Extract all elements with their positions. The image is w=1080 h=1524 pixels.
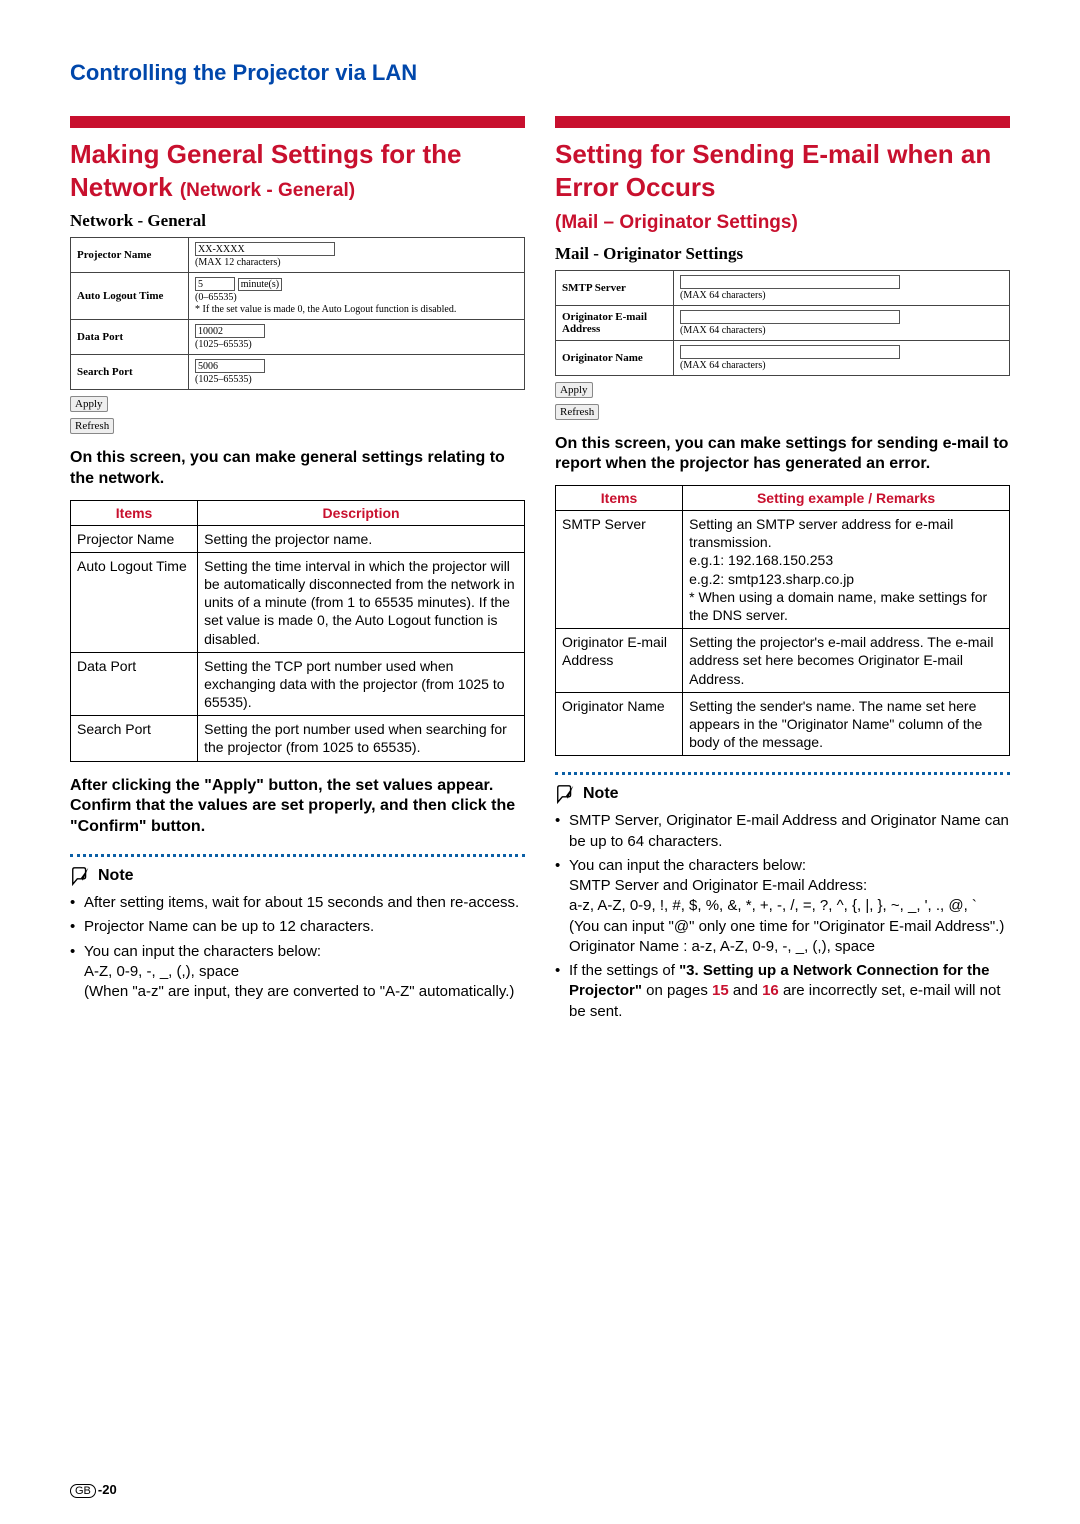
hint-data-port: (1025–65535): [195, 339, 252, 350]
cell-item: Originator Name: [556, 692, 683, 756]
cell-desc: Setting the sender's name. The name set …: [683, 692, 1010, 756]
page-title: Controlling the Projector via LAN: [70, 60, 1010, 86]
table-row: Originator Name Setting the sender's nam…: [556, 692, 1010, 756]
table-row: Auto Logout Time Setting the time interv…: [71, 552, 525, 652]
left-desc-table: Items Description Projector Name Setting…: [70, 500, 525, 762]
list-item: Projector Name can be up to 12 character…: [70, 917, 525, 937]
gb-badge: GB: [70, 1484, 96, 1498]
ss-title: Mail - Originator Settings: [555, 244, 1010, 264]
list-item: After setting items, wait for about 15 s…: [70, 893, 525, 913]
input-projector-name[interactable]: XX-XXXX: [195, 242, 335, 256]
label-data-port: Data Port: [71, 320, 189, 355]
left-heading: Making General Settings for the Network …: [70, 138, 525, 203]
cell-desc: Setting the TCP port number used when ex…: [198, 652, 525, 716]
note3-and: and: [729, 982, 762, 999]
th-items: Items: [71, 500, 198, 525]
label-originator-email: Originator E-mail Address: [556, 305, 674, 340]
section-divider: [555, 116, 1010, 128]
right-heading-sub: (Mail – Originator Settings): [555, 212, 798, 233]
input-originator-name[interactable]: [680, 345, 900, 359]
hint-smtp: (MAX 64 characters): [680, 290, 766, 301]
section-divider: [70, 116, 525, 128]
note-icon: [70, 865, 92, 887]
th-desc: Setting example / Remarks: [683, 486, 1010, 511]
page-number: -20: [98, 1482, 117, 1497]
page-footer: GB-20: [70, 1482, 117, 1498]
unit-auto-logout: minute(s): [238, 278, 282, 291]
hint-search-port: (1025–65535): [195, 374, 252, 385]
label-originator-name: Originator Name: [556, 340, 674, 375]
cell-item: Data Port: [71, 652, 198, 716]
right-column: Setting for Sending E-mail when an Error…: [555, 116, 1010, 1026]
hint-projector-name: (MAX 12 characters): [195, 257, 281, 268]
table-row: Projector Name Setting the projector nam…: [71, 525, 525, 552]
cell-desc: Setting the projector's e-mail address. …: [683, 629, 1010, 693]
after-apply-text: After clicking the "Apply" button, the s…: [70, 776, 525, 838]
note-heading: Note: [555, 783, 1010, 805]
dotted-rule: [555, 772, 1010, 775]
list-item: If the settings of "3. Setting up a Netw…: [555, 961, 1010, 1022]
cell-item: Auto Logout Time: [71, 552, 198, 652]
list-item: You can input the characters below: SMTP…: [555, 856, 1010, 957]
label-projector-name: Projector Name: [71, 238, 189, 273]
dotted-rule: [70, 854, 525, 857]
cell-item: Search Port: [71, 716, 198, 761]
right-heading-main: Setting for Sending E-mail when an Error…: [555, 139, 991, 202]
input-originator-email[interactable]: [680, 310, 900, 324]
left-intro: On this screen, you can make general set…: [70, 448, 525, 490]
page-ref-15: 15: [712, 982, 729, 999]
note3-mid: on pages: [642, 982, 712, 999]
hint-oemail: (MAX 64 characters): [680, 325, 766, 336]
label-search-port: Search Port: [71, 355, 189, 390]
note-label: Note: [98, 867, 134, 885]
cell-desc: Setting the port number used when search…: [198, 716, 525, 761]
hint-auto-logout-2: * If the set value is made 0, the Auto L…: [195, 304, 456, 315]
note-label: Note: [583, 785, 619, 803]
table-row: Data Port Setting the TCP port number us…: [71, 652, 525, 716]
label-smtp-server: SMTP Server: [556, 270, 674, 305]
note3-pre: If the settings of: [569, 962, 679, 979]
network-general-screenshot: Network - General Projector Name XX-XXXX…: [70, 211, 525, 434]
cell-item: Originator E-mail Address: [556, 629, 683, 693]
hint-auto-logout-1: (0–65535): [195, 292, 237, 303]
note-heading: Note: [70, 865, 525, 887]
refresh-button[interactable]: Refresh: [555, 404, 599, 420]
label-auto-logout: Auto Logout Time: [71, 273, 189, 320]
mail-originator-form: SMTP Server (MAX 64 characters) Originat…: [555, 270, 1010, 376]
note-icon: [555, 783, 577, 805]
right-notes-list: SMTP Server, Originator E-mail Address a…: [555, 811, 1010, 1022]
right-heading: Setting for Sending E-mail when an Error…: [555, 138, 1010, 236]
cell-item: Projector Name: [71, 525, 198, 552]
cell-desc: Setting the projector name.: [198, 525, 525, 552]
mail-originator-screenshot: Mail - Originator Settings SMTP Server (…: [555, 244, 1010, 420]
network-general-form: Projector Name XX-XXXX (MAX 12 character…: [70, 237, 525, 390]
apply-button[interactable]: Apply: [555, 382, 593, 398]
apply-button[interactable]: Apply: [70, 396, 108, 412]
refresh-button[interactable]: Refresh: [70, 418, 114, 434]
th-items: Items: [556, 486, 683, 511]
page-ref-16: 16: [762, 982, 779, 999]
input-search-port[interactable]: 5006: [195, 359, 265, 373]
left-notes-list: After setting items, wait for about 15 s…: [70, 893, 525, 1002]
list-item: SMTP Server, Originator E-mail Address a…: [555, 811, 1010, 852]
input-smtp-server[interactable]: [680, 275, 900, 289]
left-heading-sub: (Network - General): [180, 180, 355, 201]
th-desc: Description: [198, 500, 525, 525]
content-columns: Making General Settings for the Network …: [70, 116, 1010, 1026]
input-data-port[interactable]: 10002: [195, 324, 265, 338]
left-column: Making General Settings for the Network …: [70, 116, 525, 1026]
right-desc-table: Items Setting example / Remarks SMTP Ser…: [555, 485, 1010, 756]
list-item: You can input the characters below: A-Z,…: [70, 942, 525, 1003]
ss-title: Network - General: [70, 211, 525, 231]
table-row: SMTP Server Setting an SMTP server addre…: [556, 511, 1010, 629]
right-intro: On this screen, you can make settings fo…: [555, 434, 1010, 476]
hint-oname: (MAX 64 characters): [680, 360, 766, 371]
input-auto-logout[interactable]: 5: [195, 277, 235, 291]
cell-desc: Setting an SMTP server address for e-mai…: [683, 511, 1010, 629]
cell-desc: Setting the time interval in which the p…: [198, 552, 525, 652]
cell-item: SMTP Server: [556, 511, 683, 629]
table-row: Originator E-mail Address Setting the pr…: [556, 629, 1010, 693]
table-row: Search Port Setting the port number used…: [71, 716, 525, 761]
